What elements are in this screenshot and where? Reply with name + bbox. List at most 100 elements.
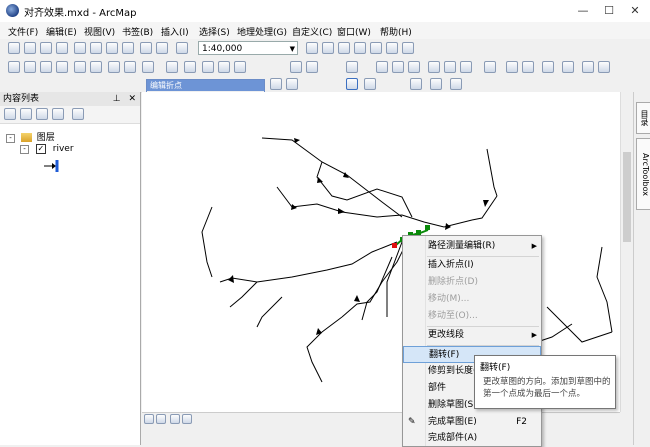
add-data-icon[interactable] bbox=[176, 42, 188, 54]
graph-icon[interactable] bbox=[562, 61, 574, 73]
menu-item-finish-sketch[interactable]: ✎ 完成草图(E) F2 bbox=[403, 414, 541, 431]
collapse-icon[interactable]: - bbox=[20, 145, 29, 154]
menu-windows[interactable]: 窗口(W) bbox=[337, 25, 371, 38]
menu-edit[interactable]: 编辑(E) bbox=[46, 25, 77, 38]
map-scale-combobox[interactable]: 1:40,000 ▼ bbox=[198, 41, 298, 55]
menu-item-route-measure-editing[interactable]: 路径测量编辑(R) ▶ bbox=[403, 238, 541, 255]
river-line[interactable] bbox=[276, 186, 473, 228]
fixed-zoom-in-icon[interactable] bbox=[74, 61, 86, 73]
menu-item-delete-vertex[interactable]: 删除折点(D) bbox=[403, 274, 541, 291]
sketch-last-vertex[interactable] bbox=[392, 243, 397, 248]
full-extent-icon[interactable] bbox=[56, 61, 68, 73]
toc-close-icon[interactable]: ✕ bbox=[128, 94, 136, 104]
menu-item-change-segment[interactable]: 更改线段 ▶ bbox=[403, 327, 541, 344]
river-line[interactable] bbox=[229, 281, 258, 308]
river-line[interactable] bbox=[486, 148, 498, 197]
menu-geoprocessing[interactable]: 地理处理(G) bbox=[237, 25, 287, 38]
edit-vertices-icon[interactable] bbox=[346, 61, 358, 73]
list-by-drawing-order-icon[interactable] bbox=[4, 108, 16, 120]
segment-tool-icon[interactable] bbox=[270, 78, 282, 90]
catalog-window-icon[interactable] bbox=[338, 42, 350, 54]
river-line[interactable] bbox=[596, 246, 613, 333]
river-symbol[interactable] bbox=[44, 160, 60, 172]
undo-icon[interactable] bbox=[140, 42, 152, 54]
close-button[interactable]: ✕ bbox=[622, 2, 648, 20]
maximize-button[interactable]: ☐ bbox=[596, 2, 622, 20]
cut-polygons-icon[interactable] bbox=[376, 61, 388, 73]
toc-window-icon[interactable] bbox=[322, 42, 334, 54]
river-line[interactable] bbox=[546, 306, 613, 343]
identify-icon[interactable] bbox=[202, 61, 214, 73]
zoom-in-icon[interactable] bbox=[8, 61, 20, 73]
find-icon[interactable] bbox=[218, 61, 230, 73]
clear-selection-icon[interactable] bbox=[166, 61, 178, 73]
pan-icon[interactable] bbox=[40, 61, 52, 73]
georef-icon[interactable] bbox=[484, 61, 496, 73]
menu-customize[interactable]: 自定义(C) bbox=[292, 25, 332, 38]
topology-icon[interactable] bbox=[430, 78, 442, 90]
sketch-vertex[interactable] bbox=[425, 225, 430, 230]
menu-item-move[interactable]: 移动(M)... bbox=[403, 291, 541, 308]
map-tips-icon[interactable] bbox=[598, 61, 610, 73]
delete-icon[interactable] bbox=[122, 42, 134, 54]
menu-selection[interactable]: 选择(S) bbox=[199, 25, 230, 38]
arctoolbox-tab[interactable]: ArcToolbox bbox=[636, 138, 650, 210]
menu-help[interactable]: 帮助(H) bbox=[380, 25, 412, 38]
save-icon[interactable] bbox=[40, 42, 52, 54]
label-manager-icon[interactable] bbox=[506, 61, 518, 73]
cut-icon[interactable] bbox=[74, 42, 86, 54]
report-icon[interactable] bbox=[582, 61, 594, 73]
redo-icon[interactable] bbox=[156, 42, 168, 54]
create-features-icon[interactable] bbox=[460, 61, 472, 73]
menu-bookmarks[interactable]: 书签(B) bbox=[122, 25, 153, 38]
back-extent-icon[interactable] bbox=[108, 61, 120, 73]
search-window-icon[interactable] bbox=[354, 42, 366, 54]
menu-item-move-to[interactable]: 移动至(O)... bbox=[403, 308, 541, 325]
river-line[interactable] bbox=[261, 137, 403, 218]
menu-item-insert-vertex[interactable]: 插入折点(I) bbox=[403, 257, 541, 274]
measure-icon[interactable] bbox=[234, 61, 246, 73]
catalog-tab[interactable]: 目录 bbox=[636, 102, 650, 134]
select-elements-icon[interactable] bbox=[184, 61, 196, 73]
python-window-icon[interactable] bbox=[386, 42, 398, 54]
sketch-properties-icon[interactable] bbox=[444, 61, 456, 73]
river-layer[interactable]: - ✓ river bbox=[20, 144, 74, 154]
paste-icon[interactable] bbox=[106, 42, 118, 54]
open-icon[interactable] bbox=[24, 42, 36, 54]
menu-insert[interactable]: 插入(I) bbox=[161, 25, 189, 38]
edit-vertices-toolbar-title[interactable]: 编辑折点 bbox=[147, 80, 264, 91]
scrollbar-thumb[interactable] bbox=[623, 152, 631, 242]
collapse-icon[interactable]: - bbox=[6, 134, 15, 143]
arc-tool-icon[interactable] bbox=[286, 78, 298, 90]
attributes-icon[interactable] bbox=[428, 61, 440, 73]
rotate-tool-icon[interactable] bbox=[408, 61, 420, 73]
editor-toolbar-icon[interactable] bbox=[306, 42, 318, 54]
pin-icon[interactable]: ⊥ bbox=[113, 94, 121, 104]
data-view-icon[interactable] bbox=[144, 414, 154, 424]
river-line[interactable] bbox=[256, 296, 283, 328]
copy-icon[interactable] bbox=[90, 42, 102, 54]
select-features-icon[interactable] bbox=[142, 61, 154, 73]
reshape-icon[interactable] bbox=[364, 78, 376, 90]
river-line[interactable] bbox=[306, 316, 343, 383]
river-line[interactable] bbox=[471, 195, 498, 221]
snapping-icon[interactable] bbox=[410, 78, 422, 90]
layers-group[interactable]: - 图层 bbox=[6, 130, 55, 143]
menu-view[interactable]: 视图(V) bbox=[84, 25, 115, 38]
list-by-selection-icon[interactable] bbox=[52, 108, 64, 120]
toc-options-icon[interactable] bbox=[72, 108, 84, 120]
map-vertical-scrollbar[interactable] bbox=[620, 92, 633, 412]
pause-drawing-icon[interactable] bbox=[182, 414, 192, 424]
print-icon[interactable] bbox=[56, 42, 68, 54]
minimize-button[interactable]: — bbox=[570, 2, 596, 20]
layout-view-icon[interactable] bbox=[522, 61, 534, 73]
edit-vertices-active-icon[interactable] bbox=[346, 78, 358, 90]
list-by-visibility-icon[interactable] bbox=[36, 108, 48, 120]
modelbuilder-icon[interactable] bbox=[402, 42, 414, 54]
river-line[interactable] bbox=[219, 241, 398, 283]
list-by-source-icon[interactable] bbox=[20, 108, 32, 120]
river-line[interactable] bbox=[386, 241, 403, 317]
menu-file[interactable]: 文件(F) bbox=[8, 25, 38, 38]
table-icon[interactable] bbox=[542, 61, 554, 73]
new-document-icon[interactable] bbox=[8, 42, 20, 54]
